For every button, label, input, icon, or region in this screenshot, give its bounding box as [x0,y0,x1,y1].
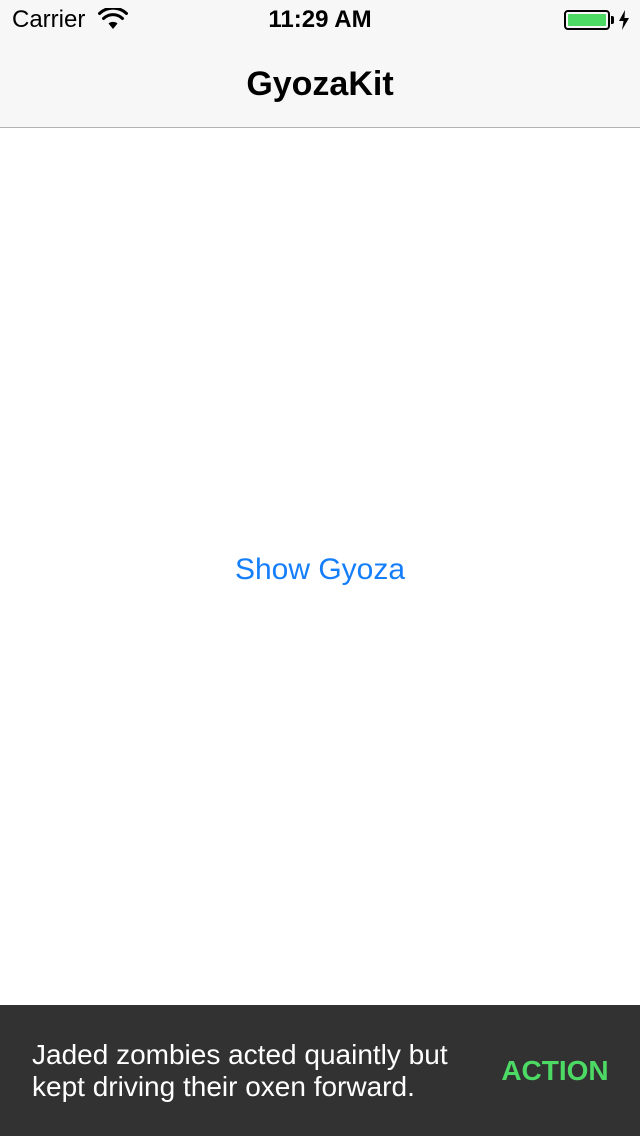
main-content: Show Gyoza [0,128,640,1005]
snackbar-action-button[interactable]: ACTION [494,1051,616,1091]
battery-icon [564,10,610,30]
snackbar: Jaded zombies acted quaintly but kept dr… [0,1005,640,1136]
status-time: 11:29 AM [268,6,372,33]
charging-bolt-icon [619,10,629,30]
battery-tip [611,16,614,24]
top-bar: Carrier 11:29 AM GyozaKit [0,0,640,128]
nav-title: GyozaKit [246,65,394,103]
show-gyoza-button[interactable]: Show Gyoza [170,546,470,594]
status-bar: Carrier 11:29 AM [0,0,640,40]
snackbar-message: Jaded zombies acted quaintly but kept dr… [32,1039,448,1102]
battery-level-fill [568,14,606,26]
